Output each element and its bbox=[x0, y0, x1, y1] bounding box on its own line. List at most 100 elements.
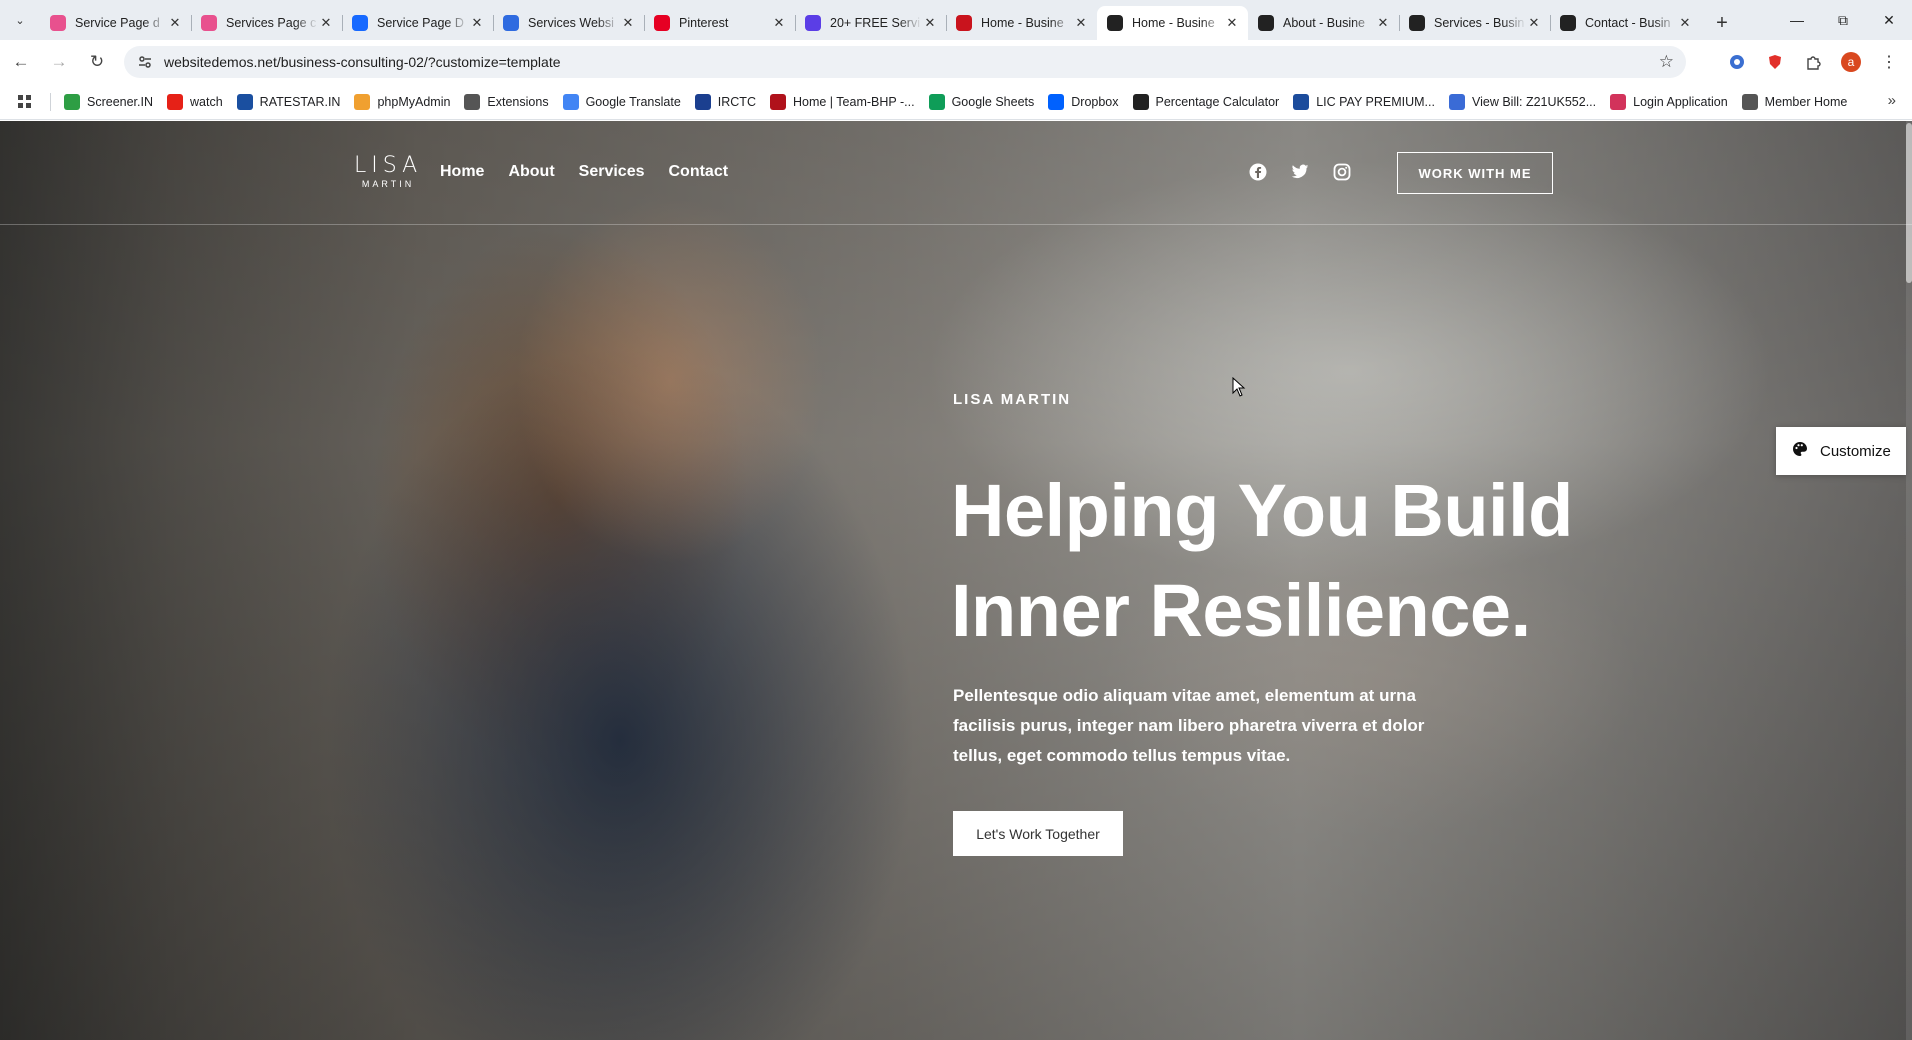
n-red-icon bbox=[956, 15, 972, 31]
bookmark-favicon-icon bbox=[1448, 93, 1465, 110]
facebook-icon[interactable] bbox=[1248, 162, 1268, 182]
work-with-me-button[interactable]: WORK WITH ME bbox=[1397, 152, 1553, 194]
tab-strip: ⌄ Service Page d ✕ Services Page c ✕ Service… bbox=[0, 0, 1912, 40]
bookmark-item[interactable]: Home | Team-BHP -... bbox=[763, 88, 922, 116]
social-links bbox=[1248, 162, 1352, 182]
new-tab-button[interactable]: + bbox=[1707, 8, 1737, 38]
pinterest-icon bbox=[654, 15, 670, 31]
nav-services-link[interactable]: Services bbox=[579, 163, 645, 181]
browser-tab[interactable]: Service Page D ✕ bbox=[342, 6, 493, 40]
bookmark-item[interactable]: Member Home bbox=[1735, 88, 1855, 116]
tab-close-icon[interactable]: ✕ bbox=[1073, 15, 1089, 31]
bookmark-label: phpMyAdmin bbox=[377, 94, 451, 109]
browser-tab[interactable]: Home - Busine ✕ bbox=[1097, 6, 1248, 40]
bookmark-item[interactable]: IRCTC bbox=[688, 88, 763, 116]
browser-tab[interactable]: 20+ FREE Servi ✕ bbox=[795, 6, 946, 40]
a-icon bbox=[805, 15, 821, 31]
browser-tab[interactable]: Services - Busin ✕ bbox=[1399, 6, 1550, 40]
tab-close-icon[interactable]: ✕ bbox=[469, 15, 485, 31]
tab-close-icon[interactable]: ✕ bbox=[1224, 15, 1240, 31]
profile-avatar[interactable]: a bbox=[1836, 46, 1866, 78]
browser-tab[interactable]: About - Busine ✕ bbox=[1248, 6, 1399, 40]
restore-button[interactable]: ⧉ bbox=[1820, 0, 1866, 40]
nav-contact-link[interactable]: Contact bbox=[669, 163, 729, 181]
address-bar[interactable]: websitedemos.net/business-consulting-02/… bbox=[124, 46, 1686, 78]
m-icon bbox=[1560, 15, 1576, 31]
bookmark-label: Login Application bbox=[1633, 94, 1728, 109]
close-window-button[interactable]: ✕ bbox=[1866, 0, 1912, 40]
tab-close-icon[interactable]: ✕ bbox=[167, 15, 183, 31]
n-icon bbox=[503, 15, 519, 31]
m-icon bbox=[1409, 15, 1425, 31]
bookmark-favicon-icon bbox=[928, 93, 945, 110]
tab-title: Contact - Busin bbox=[1585, 16, 1671, 30]
bookmark-favicon-icon bbox=[464, 93, 481, 110]
bookmark-label: View Bill: Z21UK552... bbox=[1471, 94, 1597, 109]
apps-grid-icon[interactable] bbox=[0, 94, 50, 109]
bookmark-label: Member Home bbox=[1764, 94, 1848, 109]
nav-home-link[interactable]: Home bbox=[440, 163, 484, 181]
lets-work-together-button[interactable]: Let's Work Together bbox=[953, 811, 1123, 856]
extension-icons: a ⋮ bbox=[1722, 46, 1904, 78]
bookmark-item[interactable]: Login Application bbox=[1603, 88, 1735, 116]
extensions-puzzle-icon[interactable] bbox=[1798, 46, 1828, 78]
bookmark-item[interactable]: Google Translate bbox=[556, 88, 688, 116]
bookmark-favicon-icon bbox=[1741, 93, 1758, 110]
tab-close-icon[interactable]: ✕ bbox=[1526, 15, 1542, 31]
hero-eyebrow: LISA MARTIN bbox=[953, 391, 1072, 408]
dribbble-icon bbox=[50, 15, 66, 31]
bookmark-label: Google Sheets bbox=[951, 94, 1035, 109]
browser-tab[interactable]: Contact - Busin ✕ bbox=[1550, 6, 1701, 40]
tab-close-icon[interactable]: ✕ bbox=[1375, 15, 1391, 31]
bookmark-item[interactable]: LIC PAY PREMIUM... bbox=[1286, 88, 1442, 116]
brave-shield-icon[interactable] bbox=[1760, 46, 1790, 78]
tab-title: Pinterest bbox=[679, 16, 729, 30]
reload-button[interactable]: ↻ bbox=[80, 45, 114, 79]
browser-tab[interactable]: Service Page d ✕ bbox=[40, 6, 191, 40]
tab-close-icon[interactable]: ✕ bbox=[922, 15, 938, 31]
bookmark-item[interactable]: Extensions bbox=[457, 88, 555, 116]
bookmark-label: RATESTAR.IN bbox=[259, 94, 341, 109]
tab-title: Service Page D bbox=[377, 16, 464, 30]
bookmark-label: Google Translate bbox=[585, 94, 681, 109]
bookmarks-overflow-icon[interactable]: » bbox=[1888, 92, 1896, 109]
bookmarks-separator bbox=[50, 92, 51, 111]
browser-tab[interactable]: Pinterest ✕ bbox=[644, 6, 795, 40]
bookmark-item[interactable]: watch bbox=[160, 88, 230, 116]
bookmark-label: watch bbox=[190, 94, 223, 109]
bookmark-star-icon[interactable]: ☆ bbox=[1659, 52, 1674, 72]
bookmark-favicon-icon bbox=[167, 93, 184, 110]
site-info-icon[interactable] bbox=[130, 47, 160, 77]
tab-close-icon[interactable]: ✕ bbox=[771, 15, 787, 31]
twitter-icon[interactable] bbox=[1290, 162, 1310, 182]
window-controls: — ⧉ ✕ bbox=[1774, 0, 1912, 40]
browser-tab[interactable]: Services Page c ✕ bbox=[191, 6, 342, 40]
scroll-thumb[interactable] bbox=[1906, 123, 1912, 283]
tab-close-icon[interactable]: ✕ bbox=[1677, 15, 1693, 31]
bookmark-favicon-icon bbox=[1610, 93, 1627, 110]
page-scrollbar[interactable] bbox=[1906, 121, 1912, 1040]
instagram-icon[interactable] bbox=[1332, 162, 1352, 182]
bookmark-favicon-icon bbox=[1293, 93, 1310, 110]
bookmark-item[interactable]: RATESTAR.IN bbox=[230, 88, 348, 116]
bookmark-label: Percentage Calculator bbox=[1155, 94, 1280, 109]
site-logo[interactable]: LISA MARTIN bbox=[354, 155, 422, 190]
extension-blue-icon[interactable] bbox=[1722, 46, 1752, 78]
bookmark-item[interactable]: Dropbox bbox=[1041, 88, 1125, 116]
bookmark-item[interactable]: Google Sheets bbox=[922, 88, 1042, 116]
browser-tab[interactable]: Home - Busine ✕ bbox=[946, 6, 1097, 40]
minimize-button[interactable]: — bbox=[1774, 0, 1820, 40]
back-button[interactable]: ← bbox=[4, 45, 38, 79]
bookmark-item[interactable]: View Bill: Z21UK552... bbox=[1442, 88, 1603, 116]
tab-search-button[interactable]: ⌄ bbox=[0, 0, 40, 40]
bookmark-item[interactable]: phpMyAdmin bbox=[347, 88, 457, 116]
tab-close-icon[interactable]: ✕ bbox=[318, 15, 334, 31]
customize-button[interactable]: Customize bbox=[1776, 427, 1906, 475]
forward-button[interactable]: → bbox=[42, 45, 76, 79]
nav-about-link[interactable]: About bbox=[508, 163, 554, 181]
browser-menu-icon[interactable]: ⋮ bbox=[1874, 46, 1904, 78]
bookmark-item[interactable]: Screener.IN bbox=[57, 88, 160, 116]
bookmark-item[interactable]: Percentage Calculator bbox=[1126, 88, 1287, 116]
tab-close-icon[interactable]: ✕ bbox=[620, 15, 636, 31]
browser-tab[interactable]: Services Websi ✕ bbox=[493, 6, 644, 40]
